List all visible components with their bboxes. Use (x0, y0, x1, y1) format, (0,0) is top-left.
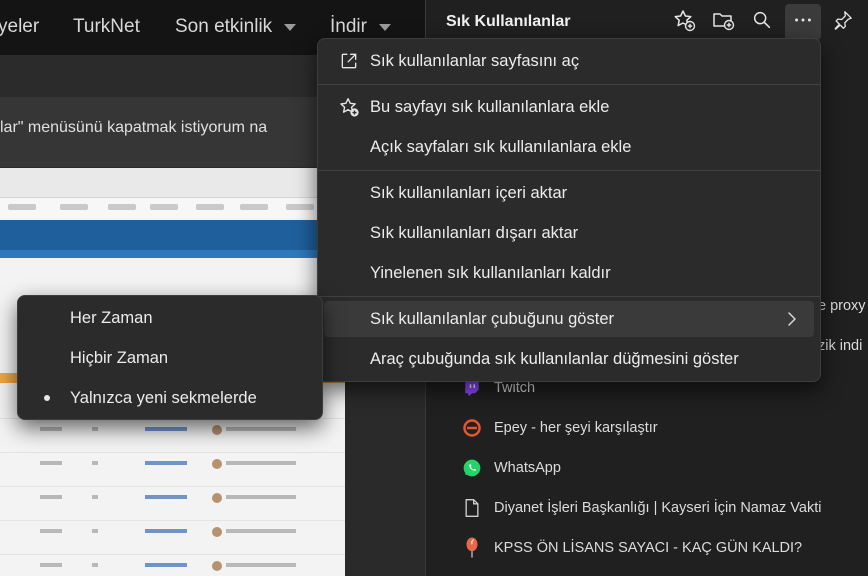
screenshot-header (0, 220, 345, 250)
screenshot-row (0, 486, 345, 520)
submenu-option-always[interactable]: Her Zaman (24, 300, 316, 336)
screenshot-row (0, 418, 345, 452)
nav-item-son-etkinlik[interactable]: Son etkinlik (175, 16, 297, 38)
favorite-item-kpss[interactable]: KPSS ÖN LİSANS SAYACI - KAÇ GÜN KALDI? (466, 536, 803, 560)
menu-item-show-favorites-bar[interactable]: Sık kullanılanlar çubuğunu göster (324, 301, 814, 337)
nav-item-indir[interactable]: İndir (330, 16, 391, 38)
selected-bullet-icon (44, 395, 50, 401)
favorite-item-diyanet[interactable]: Diyanet İşleri Başkanlığı | Kayseri İçin… (465, 496, 822, 520)
menu-item-import-favorites[interactable]: Sık kullanılanları içeri aktar (324, 175, 814, 211)
submenu-option-label: Yalnızca yeni sekmelerde (70, 388, 257, 407)
chevron-right-icon (784, 310, 800, 333)
menu-item-label: Sık kullanılanları içeri aktar (370, 183, 568, 202)
star-plus-icon (338, 96, 360, 118)
folder-plus-icon (711, 8, 735, 37)
star-plus-icon (672, 8, 696, 37)
favorite-label: WhatsApp (494, 460, 561, 476)
pin-icon (832, 9, 854, 36)
screenshot-row (0, 520, 345, 554)
favorite-label: Twitch (494, 380, 536, 396)
menu-item-label: Yinelenen sık kullanılanları kaldır (370, 263, 611, 282)
more-options-button[interactable] (785, 4, 821, 40)
whatsapp-icon (462, 458, 482, 478)
nav-item-label: İndir (330, 16, 367, 37)
menu-item-label: Araç çubuğunda sık kullanılanlar düğmesi… (370, 349, 739, 368)
menu-item-export-favorites[interactable]: Sık kullanılanları dışarı aktar (324, 215, 814, 251)
menu-item-label: Sık kullanılanlar çubuğunu göster (370, 309, 614, 328)
search-icon (751, 9, 773, 36)
favorites-bar-submenu: Her Zaman Hiçbir Zaman Yalnızca yeni sek… (17, 295, 323, 420)
screenshot-bookmarks (0, 198, 345, 218)
screenshot-row (0, 554, 345, 576)
pane-title: Sık Kullanılanlar (446, 13, 571, 30)
search-favorites-button[interactable] (744, 4, 780, 40)
screenshot-row (0, 452, 345, 486)
menu-item-show-favorites-button[interactable]: Araç çubuğunda sık kullanılanlar düğmesi… (324, 341, 814, 377)
favorite-item-epey[interactable]: Epey - her şeyi karşılaştır (463, 416, 658, 440)
epey-icon (462, 418, 482, 438)
favorite-item-partial[interactable]: zik indi (818, 338, 862, 354)
favorite-label: Epey - her şeyi karşılaştır (494, 420, 658, 436)
favorites-more-menu: Sık kullanılanlar sayfasını aç Bu sayfay… (317, 38, 821, 382)
screenshot-tabbar (0, 168, 345, 198)
menu-separator (318, 296, 820, 297)
more-horizontal-icon (792, 9, 814, 36)
pin-pane-button[interactable] (825, 4, 861, 40)
menu-item-label: Sık kullanılanlar sayfasını aç (370, 51, 580, 70)
favorite-label: KPSS ÖN LİSANS SAYACI - KAÇ GÜN KALDI? (494, 540, 803, 556)
menu-item-remove-duplicates[interactable]: Yinelenen sık kullanılanları kaldır (324, 255, 814, 291)
open-external-icon (338, 50, 360, 72)
submenu-option-label: Her Zaman (70, 308, 153, 327)
balloon-icon (462, 537, 482, 558)
nav-item-turknet[interactable]: TurkNet (73, 16, 140, 38)
nav-item-label: TurkNet (73, 16, 140, 37)
menu-item-open-favorites-page[interactable]: Sık kullanılanlar sayfasını aç (324, 43, 814, 79)
add-favorite-button[interactable] (666, 4, 702, 40)
menu-separator (318, 84, 820, 85)
add-folder-button[interactable] (705, 4, 741, 40)
menu-item-label: Bu sayfayı sık kullanılanlara ekle (370, 97, 610, 116)
submenu-option-never[interactable]: Hiçbir Zaman (24, 340, 316, 376)
menu-separator (318, 170, 820, 171)
caret-down-icon (284, 23, 297, 31)
menu-item-add-this-page[interactable]: Bu sayfayı sık kullanılanlara ekle (324, 89, 814, 125)
favorite-label: Diyanet İşleri Başkanlığı | Kayseri İçin… (494, 500, 822, 516)
favorite-item-partial[interactable]: e proxy (818, 298, 866, 314)
nav-item-label: yeler (0, 16, 40, 37)
menu-item-label: Açık sayfaları sık kullanılanlara ekle (370, 137, 632, 156)
screenshot-nav (0, 250, 345, 258)
menu-item-label: Sık kullanılanları dışarı aktar (370, 223, 579, 242)
submenu-option-label: Hiçbir Zaman (70, 348, 169, 367)
menu-item-add-open-pages[interactable]: Açık sayfaları sık kullanılanlara ekle (324, 129, 814, 165)
document-icon (462, 498, 482, 518)
caret-down-icon (378, 23, 391, 31)
nav-item-label: Son etkinlik (175, 16, 273, 37)
thread-title: lar" menüsünü kapatmak istiyorum na (0, 119, 268, 136)
submenu-option-new-tabs-only[interactable]: Yalnızca yeni sekmelerde (24, 380, 316, 416)
favorite-item-whatsapp[interactable]: WhatsApp (463, 456, 561, 480)
nav-item-yeler[interactable]: yeler (0, 16, 39, 38)
